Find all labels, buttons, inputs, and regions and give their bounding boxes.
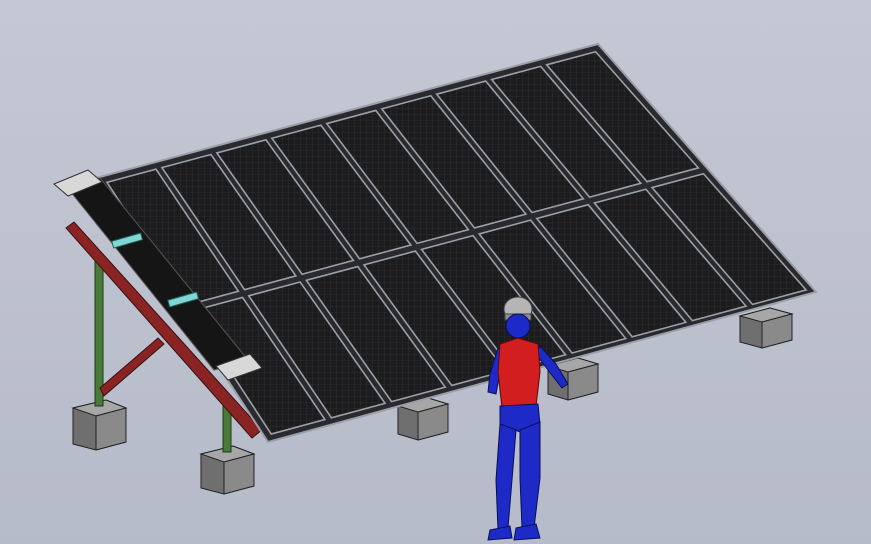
foundation-block — [738, 307, 794, 349]
foundation-block — [71, 399, 128, 451]
safety-vest — [497, 337, 541, 409]
head — [505, 313, 531, 339]
solar-array-render — [0, 0, 871, 544]
support-post — [94, 255, 104, 407]
cad-viewport — [0, 0, 871, 544]
foundation-block — [199, 445, 256, 495]
